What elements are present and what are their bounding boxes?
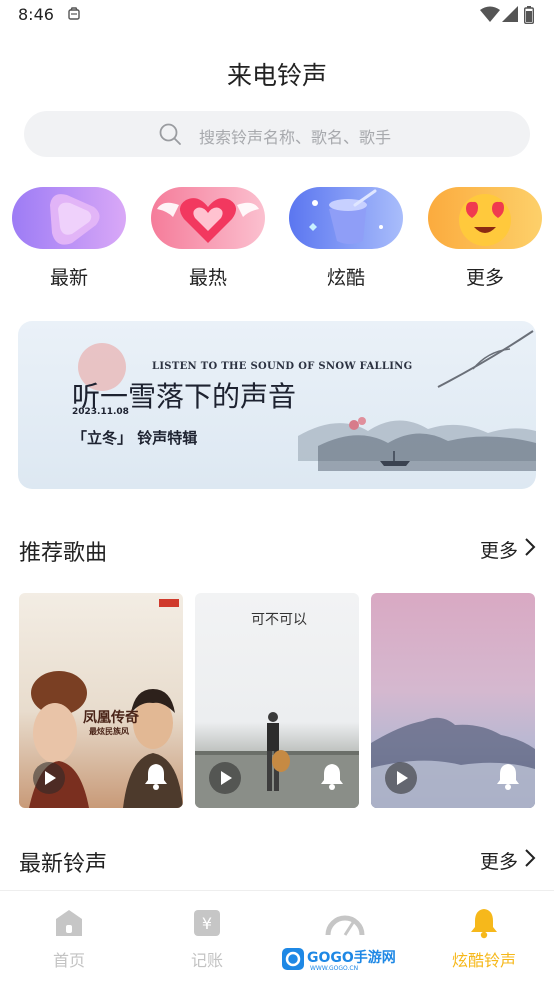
bell-icon — [321, 764, 343, 790]
song-card[interactable]: 凤凰传奇 最炫民族风 — [19, 593, 183, 808]
search-icon — [158, 122, 182, 150]
watermark-url: WWW.GOGO.CN — [310, 965, 359, 972]
chevron-right-icon — [524, 537, 536, 562]
hottest-category-icon — [151, 187, 265, 249]
play-icon — [45, 771, 56, 785]
svg-text:¥: ¥ — [202, 914, 212, 933]
recommended-section-title: 推荐歌曲 — [19, 541, 108, 566]
tab-home[interactable]: 首页 — [14, 907, 124, 971]
banner-english-title: LISTEN TO THE SOUND OF SNOW FALLING — [152, 361, 413, 372]
song-card[interactable] — [371, 593, 535, 808]
watermark-text: GOGO手游网 — [307, 950, 396, 966]
category-label: 炫酷 — [326, 267, 365, 289]
newest-category-icon — [12, 187, 126, 249]
bell-icon — [145, 764, 167, 790]
search-bar[interactable]: 搜索铃声名称、歌名、歌手 — [24, 111, 530, 157]
category-newest[interactable]: 最新 — [11, 187, 127, 290]
wifi-icon — [480, 6, 500, 26]
status-bar: 8:46 — [0, 0, 554, 30]
tab-label: 首页 — [52, 951, 85, 970]
battery-icon — [523, 6, 535, 28]
wallet-icon: ¥ — [194, 910, 220, 936]
set-ringtone-button[interactable] — [143, 762, 169, 794]
play-button[interactable] — [209, 762, 241, 794]
notification-icon — [66, 6, 82, 26]
set-ringtone-button[interactable] — [319, 762, 345, 794]
banner-date: 2023.11.08 — [72, 407, 129, 417]
signal-icon — [502, 6, 518, 26]
cool-category-icon — [289, 187, 403, 249]
song-card[interactable]: 可不可以 — [195, 593, 359, 808]
chevron-right-icon — [524, 848, 536, 873]
tab-cool-ringtones[interactable]: 炫酷铃声 — [429, 907, 539, 971]
play-icon — [221, 771, 232, 785]
cover-title: 可不可以 — [251, 612, 307, 628]
category-more[interactable]: 更多 — [427, 187, 543, 290]
home-icon — [56, 910, 82, 936]
cover-subtitle: 最炫民族风 — [89, 727, 129, 736]
banner-subtitle: 「立冬」 铃声特辑 — [72, 429, 198, 447]
category-label: 更多 — [465, 267, 504, 289]
cover-title: 凤凰传奇 — [83, 710, 139, 726]
bottom-tab-bar: 首页 ¥ 记账 炫酷铃声 — [0, 890, 554, 985]
play-button[interactable] — [385, 762, 417, 794]
recommended-more-link[interactable]: 更多 — [480, 536, 536, 563]
play-button[interactable] — [33, 762, 65, 794]
more-label: 更多 — [479, 540, 518, 562]
latest-section-title: 最新铃声 — [19, 852, 108, 877]
tab-tools[interactable] — [290, 907, 400, 947]
category-label: 最新 — [49, 267, 88, 289]
tab-label: 炫酷铃声 — [451, 951, 516, 970]
category-hottest[interactable]: 最热 — [150, 187, 266, 290]
latest-more-link[interactable]: 更多 — [480, 847, 536, 874]
more-label: 更多 — [479, 851, 518, 873]
gauge-icon — [325, 915, 365, 936]
bell-icon — [497, 764, 519, 790]
status-time: 8:46 — [18, 5, 54, 24]
featured-banner[interactable]: LISTEN TO THE SOUND OF SNOW FALLING 听一雪落… — [18, 321, 536, 489]
play-icon — [397, 771, 408, 785]
tab-label: 记账 — [190, 951, 223, 970]
tab-accounting[interactable]: ¥ 记账 — [152, 907, 262, 971]
set-ringtone-button[interactable] — [495, 762, 521, 794]
more-category-icon — [428, 187, 542, 249]
category-label: 最热 — [188, 267, 227, 289]
bell-active-icon — [471, 909, 497, 939]
page-title: 来电铃声 — [226, 61, 327, 90]
category-cool[interactable]: 炫酷 — [288, 187, 404, 290]
search-placeholder: 搜索铃声名称、歌名、歌手 — [199, 128, 392, 147]
